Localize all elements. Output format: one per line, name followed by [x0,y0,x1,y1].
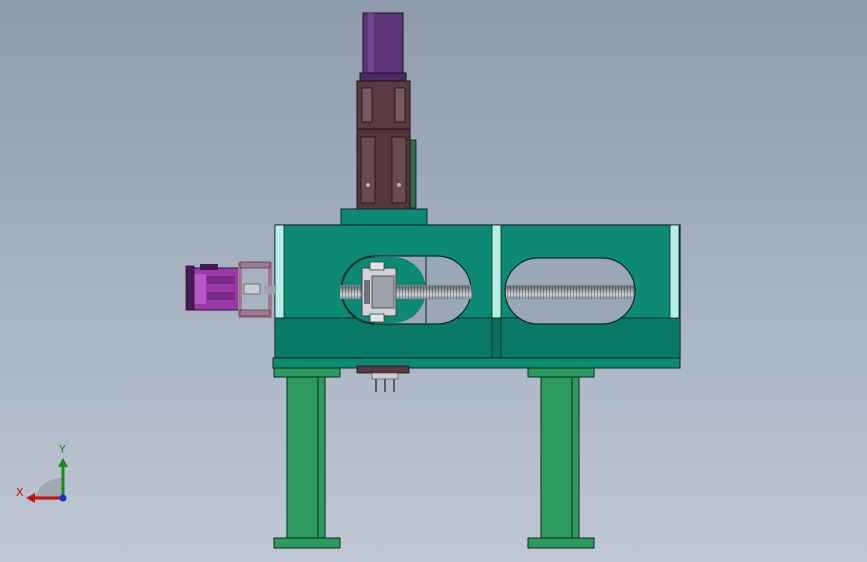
cylinder-mount-plate[interactable] [340,208,428,227]
machine-model[interactable] [0,0,867,562]
y-axis-label: Y [59,443,66,456]
cad-viewport[interactable]: X Y [0,0,867,562]
under-fitting[interactable] [356,365,410,392]
screw-nut-carriage[interactable] [361,261,397,323]
right-rail [669,224,680,319]
left-rail [274,224,285,319]
x-axis-label: X [16,486,24,499]
vertical-servo-motor[interactable] [359,12,407,82]
view-orientation-triad[interactable] [26,458,68,503]
base-beam [272,357,681,369]
lift-cylinder[interactable] [356,80,417,210]
left-leg[interactable] [273,367,341,549]
right-leg[interactable] [527,367,595,549]
side-servo-motor[interactable] [185,264,241,311]
center-rail [491,224,502,319]
z-axis-dot [59,494,67,502]
motor-bracket[interactable] [238,261,275,318]
